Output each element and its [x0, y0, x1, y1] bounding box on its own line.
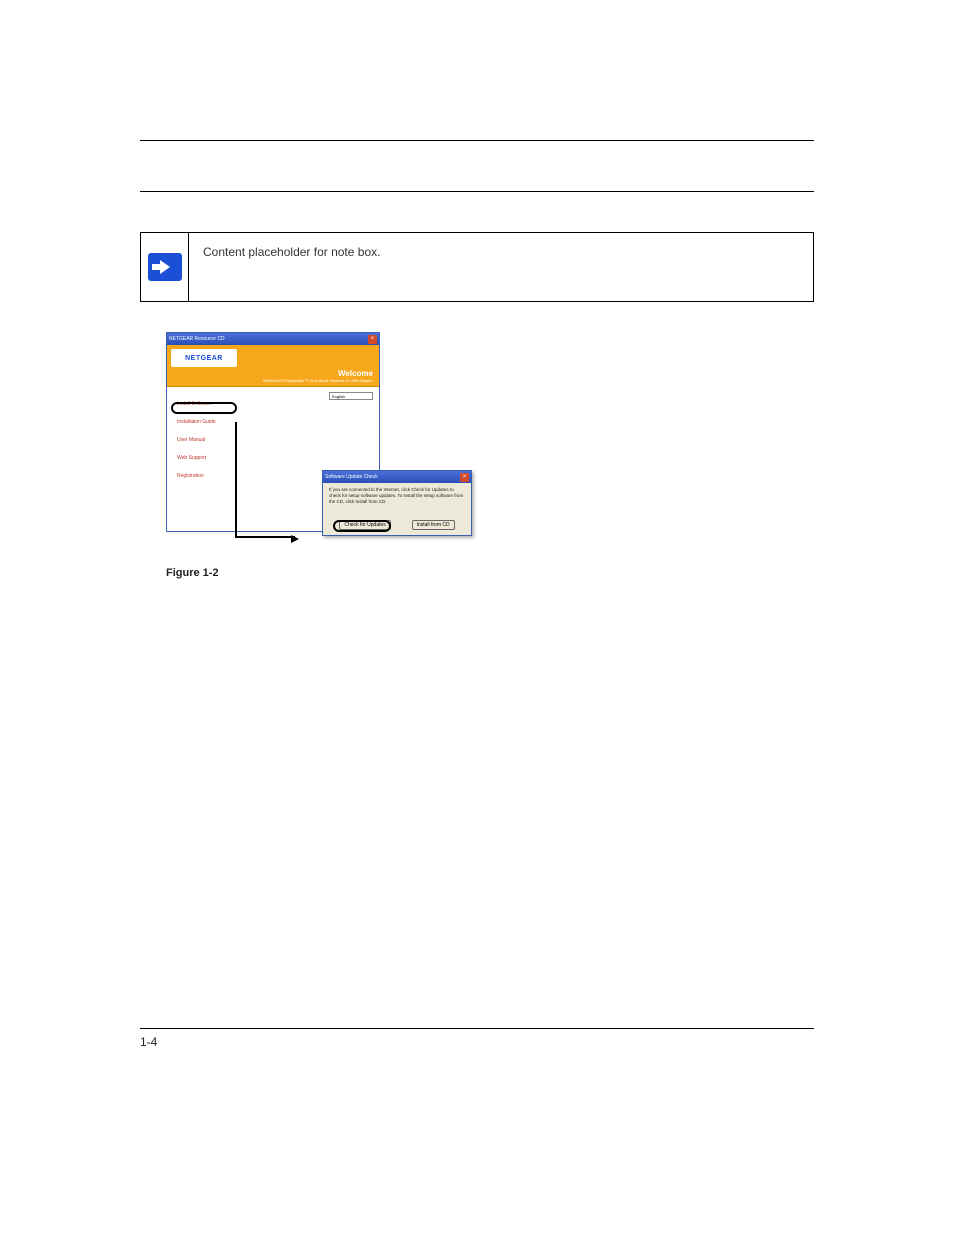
close-icon[interactable]: × [460, 473, 469, 482]
welcome-subtitle: WNDA3100 RangeMax™ Dual Band Wireless-N … [263, 378, 373, 383]
callout-oval-check [333, 520, 391, 532]
install-from-cd-button[interactable]: Install from CD [412, 520, 455, 530]
page-number: 1-4 [140, 1035, 157, 1049]
welcome-heading: Welcome [338, 369, 373, 378]
installer-screenshot: NETGEAR Resource CD × NETGEAR Welcome WN… [166, 332, 476, 547]
arrow-right-icon [148, 253, 182, 281]
dialog-title: Software Update Check [325, 474, 378, 480]
window-title: NETGEAR Resource CD [169, 336, 225, 342]
close-icon[interactable]: × [368, 335, 377, 344]
top-rule [140, 140, 814, 141]
brand-logo: NETGEAR [171, 349, 237, 367]
figure-caption: Figure 1-2 [166, 567, 814, 579]
sidebar-links: Install Software Installation Guide User… [177, 401, 216, 491]
software-update-dialog: Software Update Check × If you are conne… [322, 470, 472, 536]
note-content: Content placeholder for note box. [189, 233, 813, 301]
page-footer: 1-4 [140, 1028, 814, 1049]
second-rule [140, 191, 814, 192]
dialog-titlebar: Software Update Check × [323, 471, 471, 483]
callout-oval-install [171, 402, 237, 414]
note-box: Content placeholder for note box. [140, 232, 814, 302]
arrow-right-icon [291, 535, 299, 543]
window-titlebar: NETGEAR Resource CD × [167, 333, 379, 345]
link-web-support[interactable]: Web Support [177, 455, 216, 461]
language-row: English [329, 392, 373, 400]
logo-band: NETGEAR Welcome WNDA3100 RangeMax™ Dual … [167, 345, 379, 387]
link-user-manual[interactable]: User Manual [177, 437, 216, 443]
dialog-body: If you are connected to the Internet, cl… [323, 483, 471, 509]
note-icon-cell [141, 233, 189, 301]
link-installation-guide[interactable]: Installation Guide [177, 419, 216, 425]
language-select[interactable]: English [329, 392, 373, 400]
callout-connector [235, 422, 295, 538]
steps: NETGEAR Resource CD × NETGEAR Welcome WN… [140, 332, 814, 579]
link-registration[interactable]: Registration [177, 473, 216, 479]
